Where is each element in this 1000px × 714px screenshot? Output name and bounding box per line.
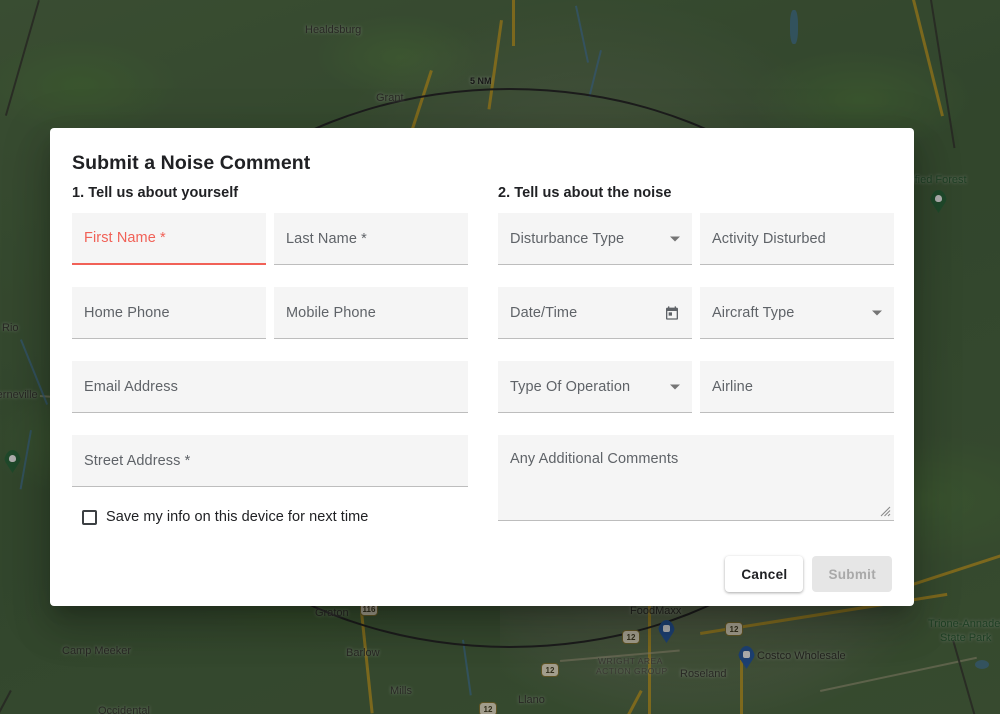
- home-phone-label: Home Phone: [84, 304, 170, 321]
- form-columns: 1. Tell us about yourself First Name * L…: [72, 185, 894, 543]
- cancel-button[interactable]: Cancel: [725, 556, 804, 592]
- row-name: First Name * Last Name *: [72, 213, 468, 287]
- calendar-icon[interactable]: [664, 305, 680, 321]
- column-about-noise: 2. Tell us about the noise Disturbance T…: [498, 185, 894, 543]
- aircraft-type-select[interactable]: Aircraft Type: [700, 287, 894, 339]
- date-time-label: Date/Time: [510, 304, 578, 321]
- type-of-operation-label: Type Of Operation: [510, 378, 631, 395]
- dialog-actions: Cancel Submit: [725, 556, 892, 592]
- email-address-label: Email Address: [84, 378, 178, 395]
- submit-button[interactable]: Submit: [812, 556, 892, 592]
- first-name-label: First Name *: [84, 230, 166, 246]
- first-name-field[interactable]: First Name *: [72, 213, 266, 265]
- additional-comments-label: Any Additional Comments: [510, 451, 679, 467]
- noise-comment-dialog: Submit a Noise Comment 1. Tell us about …: [50, 128, 914, 606]
- last-name-label: Last Name *: [286, 230, 367, 247]
- section-header-noise: 2. Tell us about the noise: [498, 185, 672, 201]
- mobile-phone-field[interactable]: Mobile Phone: [274, 287, 468, 339]
- home-phone-field[interactable]: Home Phone: [72, 287, 266, 339]
- airline-label: Airline: [712, 378, 753, 395]
- row-disturbance: Disturbance Type Activity Disturbed: [498, 213, 894, 287]
- aircraft-type-label: Aircraft Type: [712, 304, 795, 321]
- save-info-checkbox[interactable]: [82, 509, 97, 525]
- additional-comments-textarea[interactable]: Any Additional Comments: [498, 435, 894, 521]
- resize-handle-icon[interactable]: [878, 504, 891, 517]
- date-time-field[interactable]: Date/Time: [498, 287, 692, 339]
- section-header-yourself: 1. Tell us about yourself: [72, 185, 239, 201]
- save-info-checkbox-row[interactable]: Save my info on this device for next tim…: [72, 509, 468, 525]
- chevron-down-icon[interactable]: [670, 384, 680, 389]
- street-address-field[interactable]: Street Address *: [72, 435, 468, 487]
- save-info-label: Save my info on this device for next tim…: [106, 509, 369, 525]
- row-phones: Home Phone Mobile Phone: [72, 287, 468, 361]
- chevron-down-icon[interactable]: [670, 236, 680, 241]
- dialog-title: Submit a Noise Comment: [72, 152, 311, 174]
- chevron-down-icon[interactable]: [872, 310, 882, 315]
- row-operation-airline: Type Of Operation Airline: [498, 361, 894, 435]
- row-datetime-aircraft: Date/Time Aircraft Type: [498, 287, 894, 361]
- street-address-label: Street Address *: [84, 452, 191, 469]
- type-of-operation-select[interactable]: Type Of Operation: [498, 361, 692, 413]
- mobile-phone-label: Mobile Phone: [286, 304, 376, 321]
- activity-disturbed-label: Activity Disturbed: [712, 230, 826, 247]
- disturbance-type-select[interactable]: Disturbance Type: [498, 213, 692, 265]
- email-address-field[interactable]: Email Address: [72, 361, 468, 413]
- activity-disturbed-field[interactable]: Activity Disturbed: [700, 213, 894, 265]
- last-name-field[interactable]: Last Name *: [274, 213, 468, 265]
- column-about-yourself: 1. Tell us about yourself First Name * L…: [72, 185, 468, 543]
- disturbance-type-label: Disturbance Type: [510, 230, 625, 247]
- airline-field[interactable]: Airline: [700, 361, 894, 413]
